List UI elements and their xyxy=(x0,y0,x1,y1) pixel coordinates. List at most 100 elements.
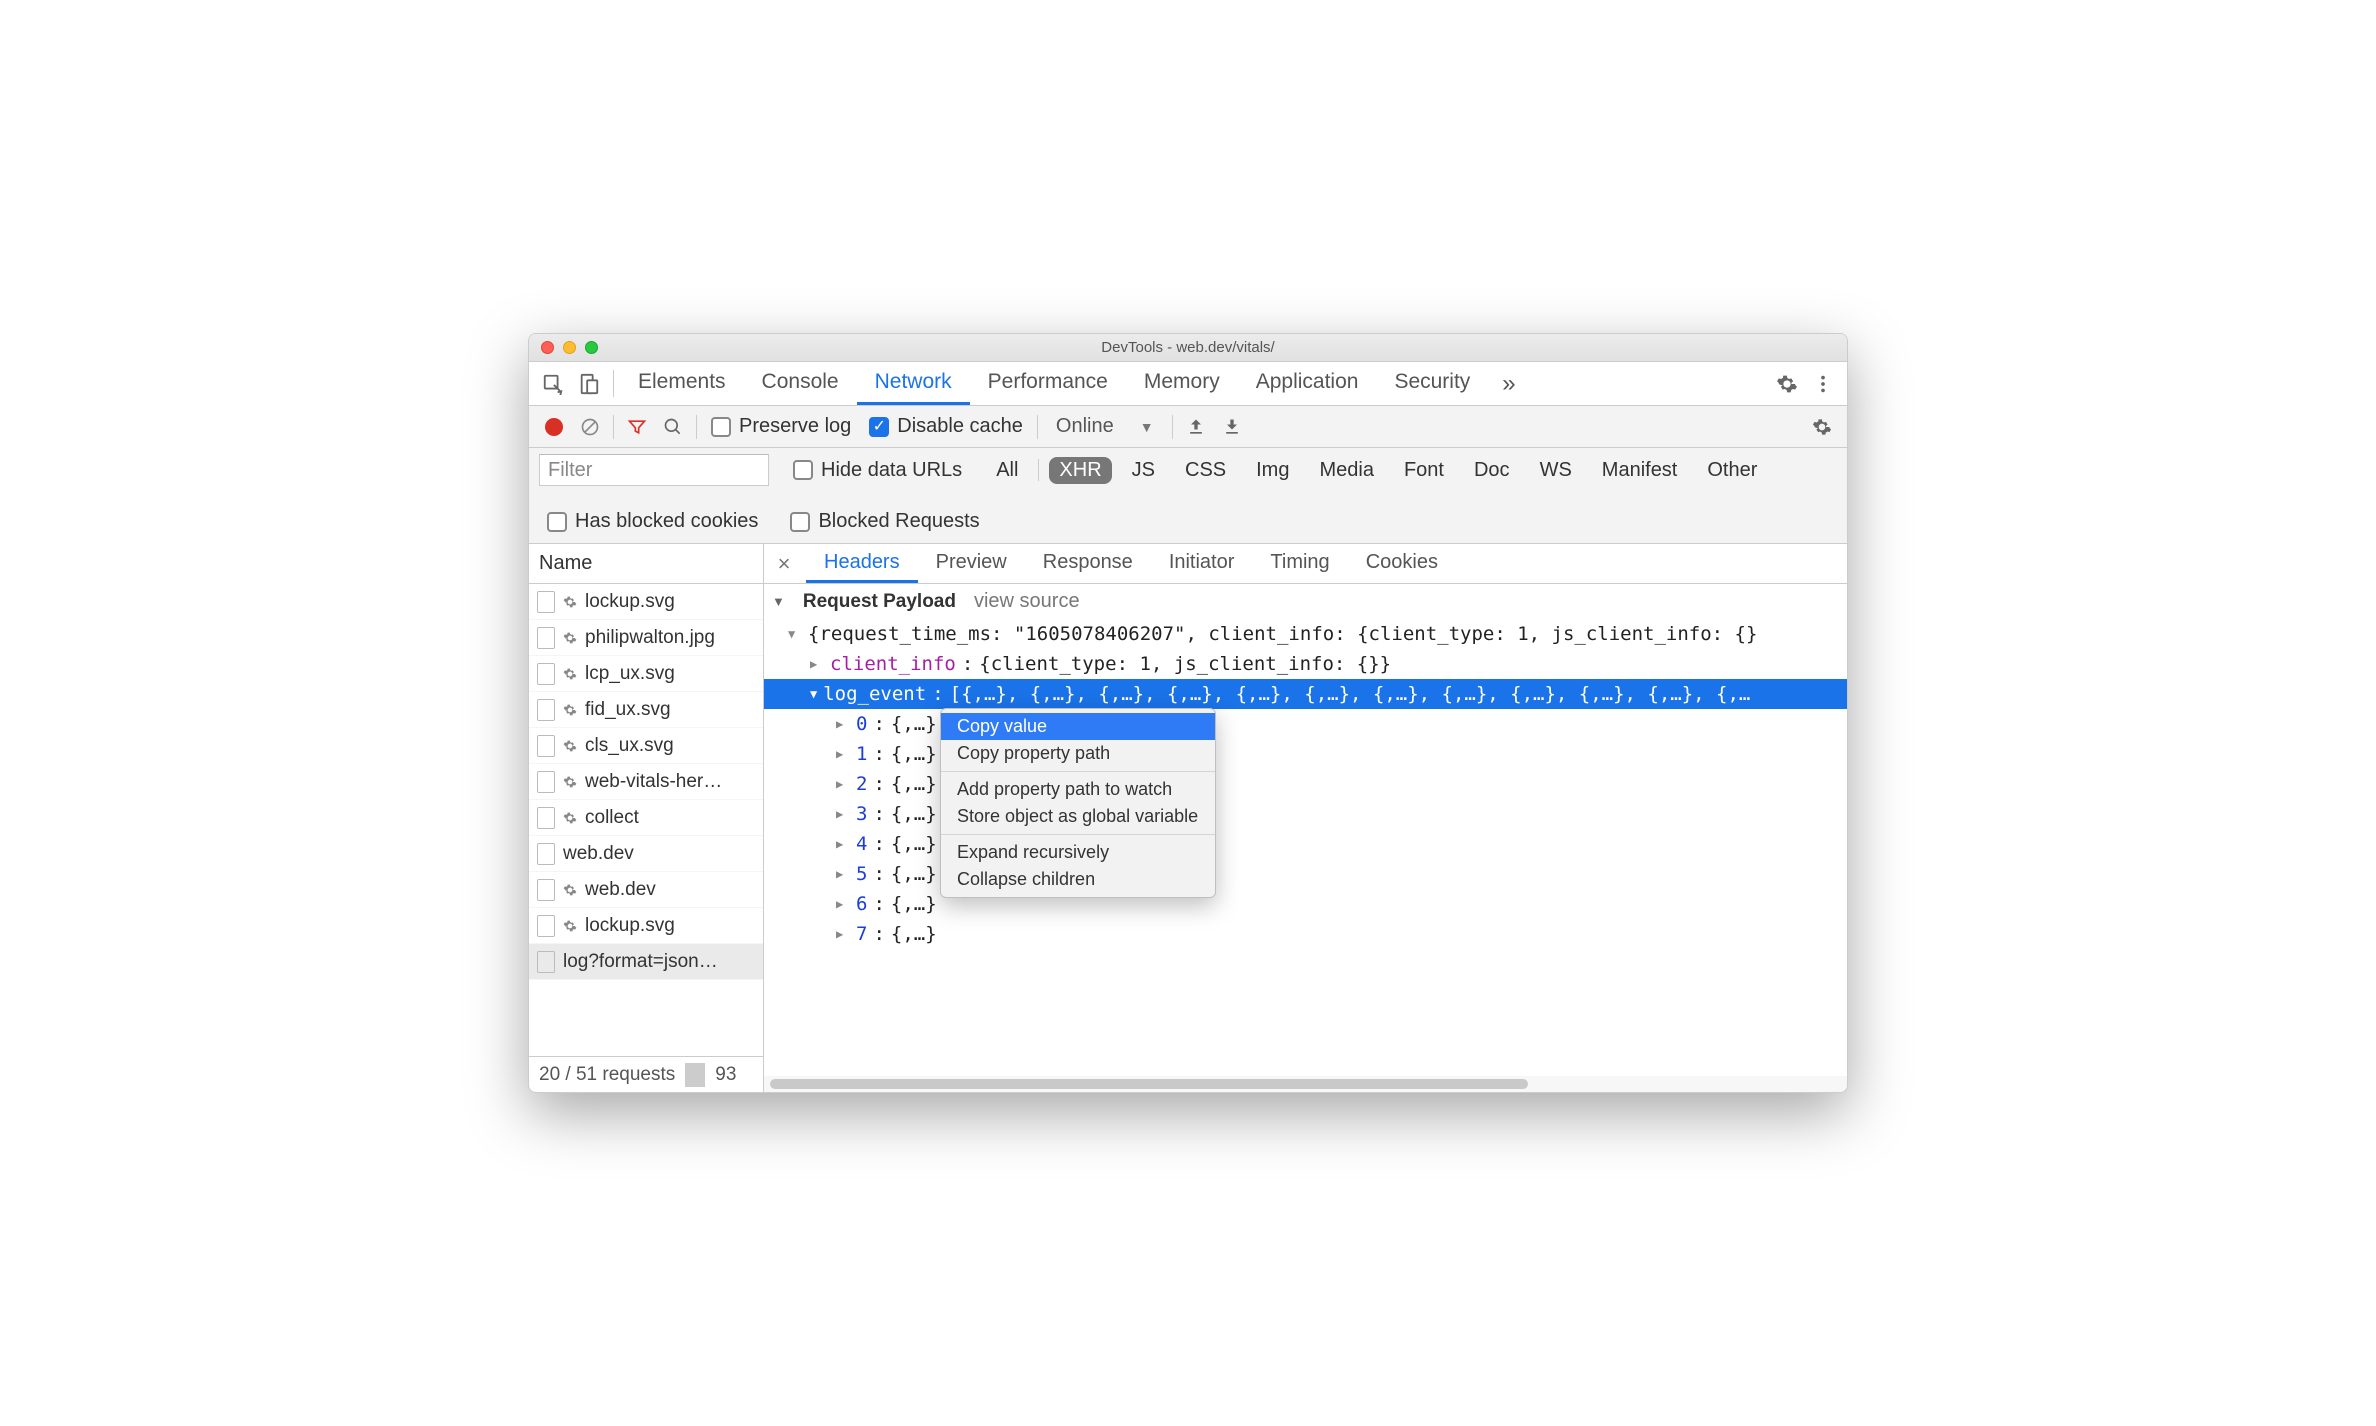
main-tab-elements[interactable]: Elements xyxy=(620,362,744,405)
type-filter-all[interactable]: All xyxy=(986,457,1028,484)
type-filter-media[interactable]: Media xyxy=(1309,457,1383,484)
throttling-dropdown[interactable]: Online ▼ xyxy=(1044,415,1166,438)
type-filter-manifest[interactable]: Manifest xyxy=(1592,457,1688,484)
payload-index: 3 xyxy=(856,803,867,825)
payload-key: log_event xyxy=(823,683,926,705)
type-filter-ws[interactable]: WS xyxy=(1530,457,1582,484)
clear-button[interactable] xyxy=(573,410,607,444)
gear-icon xyxy=(563,739,577,753)
main-tab-network[interactable]: Network xyxy=(857,362,970,405)
payload-array-item[interactable]: ▶7: {,…} xyxy=(764,919,1847,949)
gear-icon xyxy=(563,703,577,717)
request-row[interactable]: web.dev xyxy=(529,836,763,872)
type-filter-img[interactable]: Img xyxy=(1246,457,1299,484)
menu-store-global[interactable]: Store object as global variable xyxy=(941,803,1215,830)
disclosure-triangle-icon: ▶ xyxy=(836,807,850,821)
status-bar: 20 / 51 requests 93 xyxy=(529,1056,763,1092)
scrollbar-thumb[interactable] xyxy=(770,1079,1528,1089)
network-settings-gear-icon[interactable] xyxy=(1805,410,1839,444)
detail-tab-initiator[interactable]: Initiator xyxy=(1151,544,1253,583)
main-tab-performance[interactable]: Performance xyxy=(970,362,1126,405)
close-detail-icon[interactable]: × xyxy=(766,544,802,583)
filter-icon[interactable] xyxy=(620,410,654,444)
payload-log-event-row-selected[interactable]: ▼ log_event: [{,…}, {,…}, {,…}, {,…}, {,… xyxy=(764,679,1847,709)
menu-separator xyxy=(941,771,1215,772)
kebab-menu-icon[interactable] xyxy=(1805,362,1841,405)
request-name: collect xyxy=(585,807,639,829)
request-name: log?format=json… xyxy=(563,951,718,973)
request-row[interactable]: collect xyxy=(529,800,763,836)
file-icon xyxy=(537,951,555,973)
detail-tab-preview[interactable]: Preview xyxy=(918,544,1025,583)
inspect-element-icon[interactable] xyxy=(535,362,571,405)
separator xyxy=(613,370,614,397)
separator xyxy=(1172,415,1173,439)
menu-copy-property-path[interactable]: Copy property path xyxy=(941,740,1215,767)
request-row[interactable]: lockup.svg xyxy=(529,908,763,944)
upload-har-icon[interactable] xyxy=(1179,410,1213,444)
record-button[interactable] xyxy=(537,410,571,444)
file-icon xyxy=(537,627,555,649)
menu-expand-recursively[interactable]: Expand recursively xyxy=(941,839,1215,866)
main-tab-memory[interactable]: Memory xyxy=(1126,362,1238,405)
type-filter-css[interactable]: CSS xyxy=(1175,457,1236,484)
device-toolbar-icon[interactable] xyxy=(571,362,607,405)
type-filter-font[interactable]: Font xyxy=(1394,457,1454,484)
type-filter-other[interactable]: Other xyxy=(1697,457,1767,484)
request-list-header[interactable]: Name xyxy=(529,544,763,584)
type-filter-doc[interactable]: Doc xyxy=(1464,457,1520,484)
payload-value: {,…} xyxy=(891,803,937,825)
disable-cache-checkbox[interactable]: Disable cache xyxy=(861,415,1031,438)
request-row[interactable]: cls_ux.svg xyxy=(529,728,763,764)
payload-array-item[interactable]: ▶4: {,…} xyxy=(764,829,1847,859)
has-blocked-cookies-checkbox[interactable]: Has blocked cookies xyxy=(539,510,766,533)
file-icon xyxy=(537,879,555,901)
more-tabs-icon[interactable]: » xyxy=(1488,362,1529,405)
payload-array-item[interactable]: ▶0: {,…} xyxy=(764,709,1847,739)
window-title: DevTools - web.dev/vitals/ xyxy=(529,339,1847,356)
payload-array-item[interactable]: ▶3: {,…} xyxy=(764,799,1847,829)
blocked-requests-label: Blocked Requests xyxy=(818,510,979,533)
request-row[interactable]: lcp_ux.svg xyxy=(529,656,763,692)
payload-array-item[interactable]: ▶6: {,…} xyxy=(764,889,1847,919)
search-icon[interactable] xyxy=(656,410,690,444)
file-icon xyxy=(537,663,555,685)
preserve-log-checkbox[interactable]: Preserve log xyxy=(703,415,859,438)
detail-tab-timing[interactable]: Timing xyxy=(1252,544,1347,583)
payload-client-info-row[interactable]: ▶ client_info: {client_type: 1, js_clien… xyxy=(764,649,1847,679)
payload-array-item[interactable]: ▶5: {,…} xyxy=(764,859,1847,889)
separator xyxy=(685,1063,705,1087)
payload-index: 0 xyxy=(856,713,867,735)
filter-input[interactable]: Filter xyxy=(539,454,769,486)
detail-tab-headers[interactable]: Headers xyxy=(806,544,918,583)
settings-gear-icon[interactable] xyxy=(1769,362,1805,405)
blocked-requests-checkbox[interactable]: Blocked Requests xyxy=(782,510,987,533)
request-row[interactable]: fid_ux.svg xyxy=(529,692,763,728)
disclosure-triangle-icon[interactable]: ▼ xyxy=(772,594,785,609)
request-row[interactable]: philipwalton.jpg xyxy=(529,620,763,656)
payload-array-item[interactable]: ▶1: {,…} xyxy=(764,739,1847,769)
menu-add-property-path-watch[interactable]: Add property path to watch xyxy=(941,776,1215,803)
request-row[interactable]: log?format=json… xyxy=(529,944,763,980)
separator xyxy=(1038,459,1039,481)
request-row[interactable]: web-vitals-her… xyxy=(529,764,763,800)
request-row[interactable]: web.dev xyxy=(529,872,763,908)
payload-root-row[interactable]: ▼ {request_time_ms: "1605078406207", cli… xyxy=(764,619,1847,649)
menu-collapse-children[interactable]: Collapse children xyxy=(941,866,1215,893)
payload-array-item[interactable]: ▶2: {,…} xyxy=(764,769,1847,799)
type-filter-js[interactable]: JS xyxy=(1122,457,1165,484)
main-tab-console[interactable]: Console xyxy=(744,362,857,405)
menu-copy-value[interactable]: Copy value xyxy=(941,713,1215,740)
detail-tab-response[interactable]: Response xyxy=(1025,544,1151,583)
type-filter-xhr[interactable]: XHR xyxy=(1049,457,1111,484)
view-source-link[interactable]: view source xyxy=(974,590,1080,613)
download-har-icon[interactable] xyxy=(1215,410,1249,444)
hide-data-urls-checkbox[interactable]: Hide data URLs xyxy=(785,459,970,482)
main-tab-security[interactable]: Security xyxy=(1376,362,1488,405)
main-tab-application[interactable]: Application xyxy=(1238,362,1377,405)
payload-value: {client_type: 1, js_client_info: {}} xyxy=(979,653,1391,675)
detail-tab-cookies[interactable]: Cookies xyxy=(1348,544,1456,583)
request-name: cls_ux.svg xyxy=(585,735,674,757)
horizontal-scrollbar[interactable] xyxy=(764,1076,1847,1092)
request-row[interactable]: lockup.svg xyxy=(529,584,763,620)
